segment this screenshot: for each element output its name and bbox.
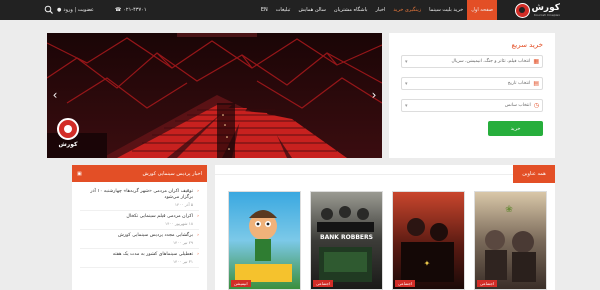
poster-art: ✦ <box>401 218 454 282</box>
clock-icon: ◷ <box>533 102 539 109</box>
nav-item-track-purchase[interactable]: زینگیری خرید <box>389 0 425 20</box>
nav-item-conference-hall[interactable]: سالن همایش <box>294 0 329 20</box>
slider-prev-chevron-left-icon[interactable]: ‹ <box>50 88 60 102</box>
film-select-value: انتخاب فیلم، تئاتر و جنگ، انیمیشن، سریال <box>451 59 531 64</box>
chevron-down-icon: ▾ <box>405 80 408 87</box>
nav-item-ads[interactable]: تبلیغات <box>272 0 295 20</box>
slide-logo-text: کورش <box>58 141 78 148</box>
quick-buy-title: خرید سریع <box>511 41 543 49</box>
quick-buy-panel: خرید سریع ▦ انتخاب فیلم، تئاتر و جنگ، ان… <box>389 33 555 158</box>
poster-art <box>235 210 292 282</box>
news-item-date: ۳۱ تیر ۱۴۰۰ <box>173 259 193 264</box>
news-header: اخبار پردیس سینمایی کورش ▣ <box>72 165 207 182</box>
nav-item-english[interactable]: EN <box>257 0 272 20</box>
svg-text:✦: ✦ <box>424 259 431 268</box>
movies-header: همه عناوین <box>215 165 555 183</box>
news-item[interactable]: برگشایی مجدد پردیس سینمایی کورش ۲۹ تیر ۱… <box>80 230 199 249</box>
date-select-value: انتخاب تاریخ <box>507 81 531 86</box>
user-icon: ● <box>57 7 62 13</box>
news-list: توقیف اکران مردمی «شهر گربه‌ها» چهارشنبه… <box>72 182 207 272</box>
news-item-title[interactable]: اکران مردمی فیلم سینمایی تکخال <box>80 214 199 220</box>
poster-list: ❀ اجتماعی ✦ اجتماعی BANK ROBBERS اجتماعی <box>228 191 547 290</box>
tab-all-titles[interactable]: همه عناوین <box>513 165 555 183</box>
news-item-title[interactable]: توقیف اکران مردمی «شهر گربه‌ها» چهارشنبه… <box>80 189 199 201</box>
phone-number[interactable]: ۰۲۱-۴۳۷۰۱ ☎ <box>115 0 147 20</box>
account-link[interactable]: عضویت | ورود ● <box>57 0 94 20</box>
phone-icon: ☎ <box>115 7 122 13</box>
film-icon: ▦ <box>533 58 539 65</box>
slide-logo: کورش <box>55 118 81 148</box>
divider <box>215 173 513 175</box>
movie-poster[interactable]: ❀ اجتماعی <box>474 191 547 290</box>
news-item[interactable]: توقیف اکران مردمی «شهر گربه‌ها» چهارشنبه… <box>80 186 199 211</box>
genre-badge: انیمیشن <box>231 280 251 287</box>
showtime-select[interactable]: ◷ انتخاب سانس ▾ <box>401 99 543 112</box>
poster-art <box>317 206 374 282</box>
film-select[interactable]: ▦ انتخاب فیلم، تئاتر و جنگ، انیمیشن، سری… <box>401 55 543 68</box>
calendar-icon: ▤ <box>533 80 539 87</box>
date-select[interactable]: ▤ انتخاب تاریخ ▾ <box>401 77 543 90</box>
search-icon[interactable] <box>44 5 54 15</box>
poster-art: ❀ <box>485 205 536 282</box>
film-reel-icon <box>57 118 79 140</box>
movie-poster[interactable]: ✦ اجتماعی <box>392 191 465 290</box>
slider-next-chevron-right-icon[interactable]: › <box>369 88 379 102</box>
brand-logo[interactable]: کورش Kourosh Cineplex <box>514 1 560 19</box>
rss-icon[interactable]: ▣ <box>77 171 82 177</box>
movie-poster[interactable]: BANK ROBBERS اجتماعی <box>310 191 383 290</box>
phone-number-text: ۰۲۱-۴۳۷۰۱ <box>123 7 147 13</box>
nav-item-home[interactable]: صفحه اول <box>467 0 497 20</box>
brand-subtitle: Kourosh Cineplex <box>534 12 560 17</box>
top-bar: کورش Kourosh Cineplex صفحه اول خرید بلیت… <box>0 0 600 20</box>
news-item-date: ۲۹ تیر ۱۴۰۰ <box>173 240 193 245</box>
movies-panel: همه عناوین ❀ اجتماعی ✦ اجتماعی BANK ROBB… <box>215 165 555 290</box>
nav-item-club[interactable]: باشگاه مشتریان <box>330 0 372 20</box>
news-item-date: ۵ آذر ۱۴۰۰ <box>174 202 193 207</box>
account-label: عضویت | ورود <box>63 7 94 13</box>
poster-title: BANK ROBBERS <box>320 234 373 241</box>
news-item-title[interactable]: تعطیلی سینماهای کشور به مدت یک هفته <box>80 252 199 258</box>
svg-text:❀: ❀ <box>505 205 513 215</box>
main-nav: صفحه اول خرید بلیت سینما زینگیری خرید اخ… <box>257 0 497 20</box>
news-item-title[interactable]: برگشایی مجدد پردیس سینمایی کورش <box>80 233 199 239</box>
genre-badge: اجتماعی <box>477 280 498 287</box>
film-reel-logo-icon <box>514 2 530 18</box>
genre-badge: اجتماعی <box>313 280 334 287</box>
buy-button[interactable]: خرید <box>488 121 543 136</box>
chevron-down-icon: ▾ <box>405 58 408 65</box>
genre-badge: اجتماعی <box>395 280 416 287</box>
showtime-select-value: انتخاب سانس <box>504 103 531 108</box>
news-item-date: ۱۸ شهریور ۱۴۰۰ <box>165 221 193 226</box>
news-item[interactable]: اکران مردمی فیلم سینمایی تکخال ۱۸ شهریور… <box>80 211 199 230</box>
movie-poster[interactable]: انیمیشن <box>228 191 301 290</box>
brand-name: کورش <box>531 2 560 13</box>
nav-item-news[interactable]: اخبار <box>371 0 389 20</box>
cinema-hall-image <box>47 33 382 158</box>
news-title: اخبار پردیس سینمایی کورش <box>142 170 203 177</box>
nav-item-buy-ticket[interactable]: خرید بلیت سینما <box>425 0 467 20</box>
chevron-down-icon: ▾ <box>405 102 408 109</box>
hero-slider: ‹ › کورش <box>47 33 382 158</box>
news-panel: اخبار پردیس سینمایی کورش ▣ توقیف اکران م… <box>72 165 207 290</box>
news-item[interactable]: تعطیلی سینماهای کشور به مدت یک هفته ۳۱ ت… <box>80 249 199 268</box>
